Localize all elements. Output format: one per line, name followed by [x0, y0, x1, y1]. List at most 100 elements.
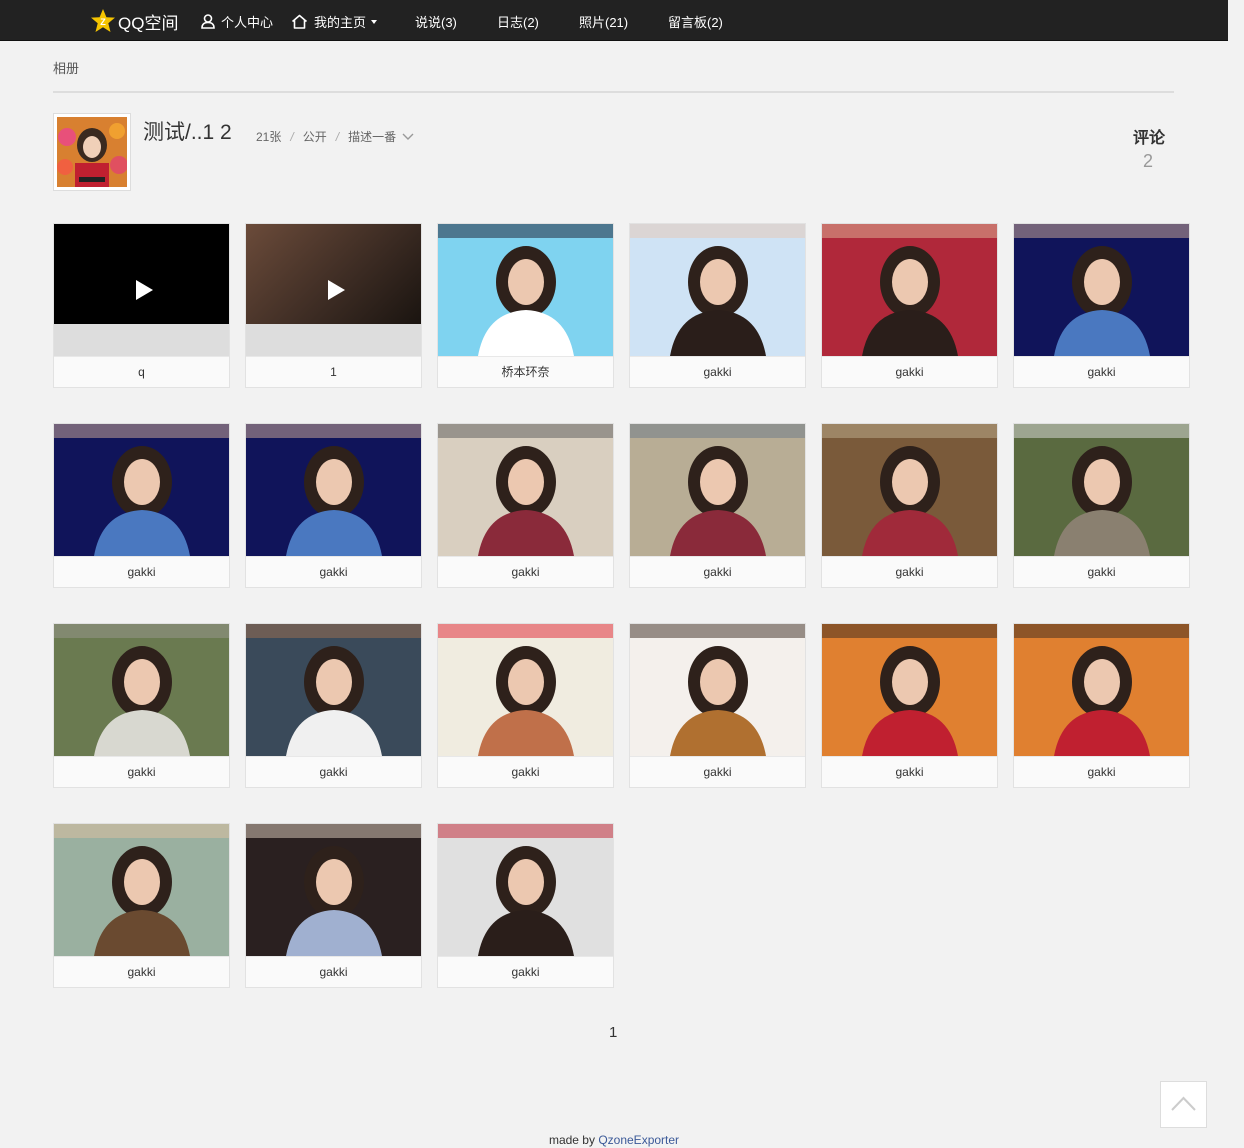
nav-blog[interactable]: 日志(2) [497, 12, 539, 31]
photo-image [54, 824, 229, 956]
photo-thumbnail [822, 624, 997, 756]
photo-image [822, 224, 997, 356]
photo-card[interactable]: gakki [53, 823, 230, 988]
photo-thumbnail [630, 624, 805, 756]
photo-thumbnail [630, 424, 805, 556]
photo-thumbnail [246, 624, 421, 756]
photo-image [1014, 224, 1189, 356]
video-bar [54, 324, 229, 356]
chevron-down-icon [402, 133, 414, 140]
album-meta: 21张 / 公开 / 描述一番 [256, 128, 414, 145]
photo-caption: gakki [246, 756, 421, 787]
photo-image [1014, 624, 1189, 756]
photo-card[interactable]: gakki [821, 423, 998, 588]
divider [53, 91, 1174, 93]
photo-caption: gakki [246, 556, 421, 587]
video-thumbnail [246, 224, 421, 356]
photo-image [438, 424, 613, 556]
photo-caption: q [54, 356, 229, 387]
photo-thumbnail [54, 824, 229, 956]
video-thumbnail [54, 224, 229, 356]
pagination-page[interactable]: 1 [609, 1024, 617, 1041]
nav-photos[interactable]: 照片(21) [579, 12, 628, 31]
nav-shuoshuo[interactable]: 说说(3) [415, 12, 457, 31]
photo-thumbnail [246, 824, 421, 956]
photo-thumbnail [1014, 224, 1189, 356]
photo-image [54, 624, 229, 756]
nav-guestbook[interactable]: 留言板(2) [668, 12, 723, 31]
svg-text:Z: Z [100, 17, 106, 27]
brand-name: QQ空间 [118, 13, 179, 33]
photo-thumbnail [630, 224, 805, 356]
photo-card[interactable]: gakki [1013, 223, 1190, 388]
photo-image [246, 824, 421, 956]
breadcrumb[interactable]: 相册 [53, 58, 79, 77]
play-icon[interactable] [328, 280, 345, 300]
separator: / [290, 129, 294, 144]
photo-caption: gakki [1014, 356, 1189, 387]
photo-caption: gakki [438, 556, 613, 587]
photo-card[interactable]: gakki [821, 223, 998, 388]
photo-caption: gakki [630, 356, 805, 387]
album-title: 测试/..1 2 [143, 121, 232, 144]
photo-image [438, 224, 613, 356]
photo-caption: gakki [54, 956, 229, 987]
nav-homepage-dropdown[interactable]: 我的主页 [291, 12, 378, 31]
footer-prefix: made by [548, 1133, 595, 1147]
photo-card[interactable]: 1 [245, 223, 422, 388]
photo-image [246, 424, 421, 556]
photo-caption: gakki [822, 756, 997, 787]
photo-image [1014, 424, 1189, 556]
photo-card[interactable]: gakki [629, 623, 806, 788]
comment-label[interactable]: 评论 [1133, 124, 1165, 148]
play-icon[interactable] [136, 280, 153, 300]
photo-caption: gakki [438, 756, 613, 787]
photo-card[interactable]: gakki [1013, 623, 1190, 788]
video-frame [54, 224, 229, 324]
nav-profile[interactable]: 个人中心 [201, 12, 273, 31]
photo-card[interactable]: gakki [629, 423, 806, 588]
privacy-status: 公开 [302, 130, 327, 144]
photo-card[interactable]: gakki [245, 623, 422, 788]
photo-caption: gakki [438, 956, 613, 987]
nav-photos-label: 照片(21) [579, 15, 629, 30]
photo-card[interactable]: gakki [821, 623, 998, 788]
qzone-star-icon: Z [91, 9, 115, 32]
album-cover[interactable] [53, 113, 131, 191]
photo-card[interactable]: gakki [53, 623, 230, 788]
video-bar [246, 324, 421, 356]
photo-card[interactable]: gakki [245, 823, 422, 988]
photo-card[interactable]: gakki [437, 423, 614, 588]
photo-count: 21张 [256, 130, 282, 144]
photo-card[interactable]: gakki [53, 423, 230, 588]
photo-card[interactable]: gakki [629, 223, 806, 388]
photo-caption: gakki [822, 556, 997, 587]
photo-card[interactable]: 桥本环奈 [437, 223, 614, 388]
nav-shuoshuo-label: 说说(3) [415, 15, 457, 30]
photo-card[interactable]: gakki [1013, 423, 1190, 588]
brand-logo[interactable]: Z QQ空间 [90, 8, 178, 34]
description-toggle[interactable]: 描述一番 [348, 128, 414, 145]
photo-thumbnail [438, 424, 613, 556]
photo-image [438, 624, 613, 756]
photo-card[interactable]: gakki [437, 823, 614, 988]
photo-caption: gakki [1014, 756, 1189, 787]
photo-image [246, 624, 421, 756]
footer-link[interactable]: QzoneExporter [598, 1133, 679, 1147]
scrollbar-gutter [1228, 0, 1244, 1148]
comment-count: 2 [1143, 151, 1154, 171]
photo-caption: gakki [630, 756, 805, 787]
nav-profile-label: 个人中心 [221, 15, 274, 30]
photo-card[interactable]: gakki [245, 423, 422, 588]
photo-thumbnail [822, 224, 997, 356]
top-navbar: Z QQ空间 个人中心 我的主页 说说(3) 日志(2) 照片(21) 留言板(… [0, 0, 1228, 41]
photo-card[interactable]: q [53, 223, 230, 388]
back-to-top-button[interactable] [1160, 1081, 1207, 1128]
album-cover-image [57, 117, 128, 187]
photo-caption: gakki [1014, 556, 1189, 587]
photo-thumbnail [438, 824, 613, 956]
photo-card[interactable]: gakki [437, 623, 614, 788]
photo-image [822, 424, 997, 556]
photo-caption: gakki [822, 356, 997, 387]
description-toggle-label: 描述一番 [348, 130, 397, 144]
